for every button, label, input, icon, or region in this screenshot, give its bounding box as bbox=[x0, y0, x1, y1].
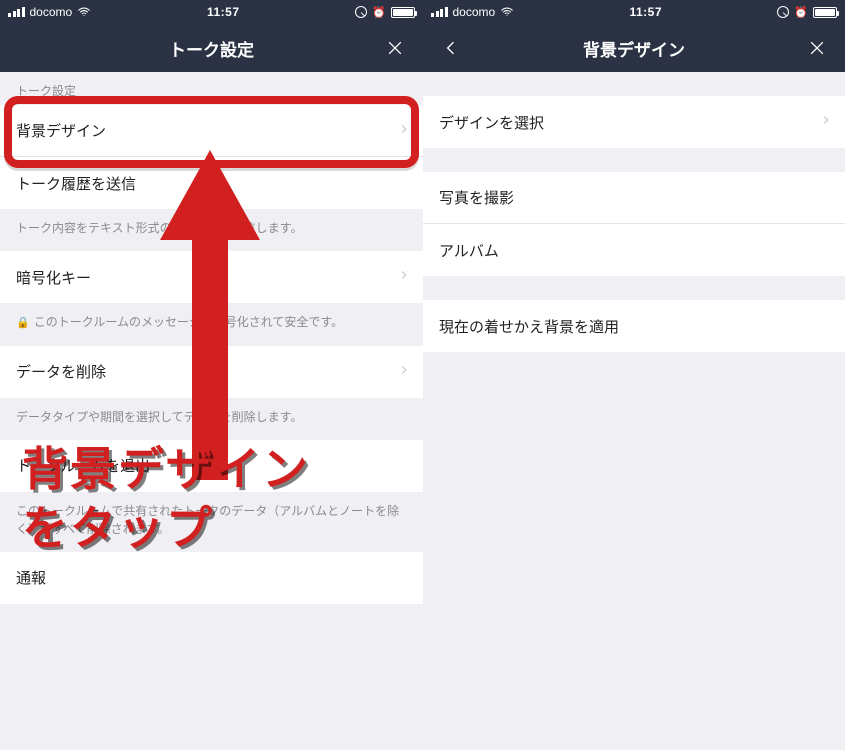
signal-icon bbox=[8, 7, 25, 17]
row-select-design[interactable]: デザインを選択 bbox=[423, 96, 845, 148]
status-right: ⏰ bbox=[355, 6, 415, 19]
status-left: docomo bbox=[431, 5, 514, 19]
spacer bbox=[423, 276, 845, 300]
row-album[interactable]: アルバム bbox=[423, 224, 845, 276]
battery-icon bbox=[391, 7, 415, 18]
row-label: 写真を撮影 bbox=[439, 187, 514, 208]
row-label: デザインを選択 bbox=[439, 112, 544, 133]
row-label: 通報 bbox=[16, 567, 46, 588]
rotation-lock-icon bbox=[777, 6, 789, 18]
helper-leave: このトークルームで共有されたトークのデータ（アルバムとノートを除く）がすべて削除… bbox=[0, 492, 423, 552]
status-bar: docomo 11:57 ⏰ bbox=[423, 0, 845, 24]
row-label: トークルームを退出 bbox=[16, 455, 150, 476]
helper-text: このトークルームのメッセージは暗号化されて安全です。 bbox=[34, 315, 343, 329]
row-send-history[interactable]: トーク履歴を送信 bbox=[0, 157, 423, 209]
row-take-photo[interactable]: 写真を撮影 bbox=[423, 172, 845, 224]
status-left: docomo bbox=[8, 5, 91, 19]
chevron-right-icon bbox=[397, 268, 411, 286]
back-button[interactable] bbox=[427, 24, 475, 72]
battery-icon bbox=[813, 7, 837, 18]
chevron-right-icon bbox=[397, 363, 411, 381]
row-label: 現在の着せかえ背景を適用 bbox=[439, 316, 619, 337]
close-icon bbox=[385, 38, 405, 58]
stage: docomo 11:57 ⏰ トーク設定 トーク設定 背景デザイン トーク履歴を… bbox=[0, 0, 845, 750]
chevron-right-icon bbox=[819, 113, 833, 131]
helper-send-history: トーク内容をテキスト形式のファイルで送信します。 bbox=[0, 209, 423, 251]
page-title: トーク設定 bbox=[169, 36, 254, 61]
status-bar: docomo 11:57 ⏰ bbox=[0, 0, 423, 24]
row-leave-room[interactable]: トークルームを退出 bbox=[0, 440, 423, 492]
carrier-label: docomo bbox=[30, 5, 73, 19]
chevron-left-icon bbox=[441, 38, 461, 58]
close-button[interactable] bbox=[371, 24, 419, 72]
section-label: トーク設定 bbox=[0, 72, 423, 105]
row-background-design[interactable]: 背景デザイン bbox=[0, 105, 423, 157]
row-label: 暗号化キー bbox=[16, 267, 91, 288]
chevron-right-icon bbox=[397, 122, 411, 140]
row-label: アルバム bbox=[439, 240, 499, 261]
row-label: データを削除 bbox=[16, 361, 106, 382]
close-button[interactable] bbox=[793, 24, 841, 72]
spacer bbox=[423, 148, 845, 172]
phone-left: docomo 11:57 ⏰ トーク設定 トーク設定 背景デザイン トーク履歴を… bbox=[0, 0, 423, 750]
carrier-label: docomo bbox=[453, 5, 496, 19]
status-time: 11:57 bbox=[629, 5, 662, 19]
wifi-icon bbox=[77, 5, 91, 19]
nav-header: トーク設定 bbox=[0, 24, 423, 72]
row-apply-current-theme[interactable]: 現在の着せかえ背景を適用 bbox=[423, 300, 845, 352]
rotation-lock-icon bbox=[355, 6, 367, 18]
row-encryption-key[interactable]: 暗号化キー bbox=[0, 251, 423, 303]
alarm-icon: ⏰ bbox=[794, 6, 808, 19]
alarm-icon: ⏰ bbox=[372, 6, 386, 19]
helper-encryption: 🔒 このトークルームのメッセージは暗号化されて安全です。 bbox=[0, 303, 423, 346]
lock-icon: 🔒 bbox=[16, 317, 30, 329]
helper-delete: データタイプや期間を選択してデータを削除します。 bbox=[0, 398, 423, 440]
row-delete-data[interactable]: データを削除 bbox=[0, 346, 423, 398]
wifi-icon bbox=[500, 5, 514, 19]
row-report[interactable]: 通報 bbox=[0, 552, 423, 604]
close-icon bbox=[807, 38, 827, 58]
nav-header: 背景デザイン bbox=[423, 24, 845, 72]
spacer bbox=[423, 72, 845, 96]
status-time: 11:57 bbox=[207, 5, 240, 19]
status-right: ⏰ bbox=[777, 6, 837, 19]
row-label: トーク履歴を送信 bbox=[16, 173, 136, 194]
page-title: 背景デザイン bbox=[583, 36, 685, 61]
signal-icon bbox=[431, 7, 448, 17]
phone-right: docomo 11:57 ⏰ 背景デザイン デザインを選択 bbox=[423, 0, 845, 750]
row-label: 背景デザイン bbox=[16, 120, 106, 141]
